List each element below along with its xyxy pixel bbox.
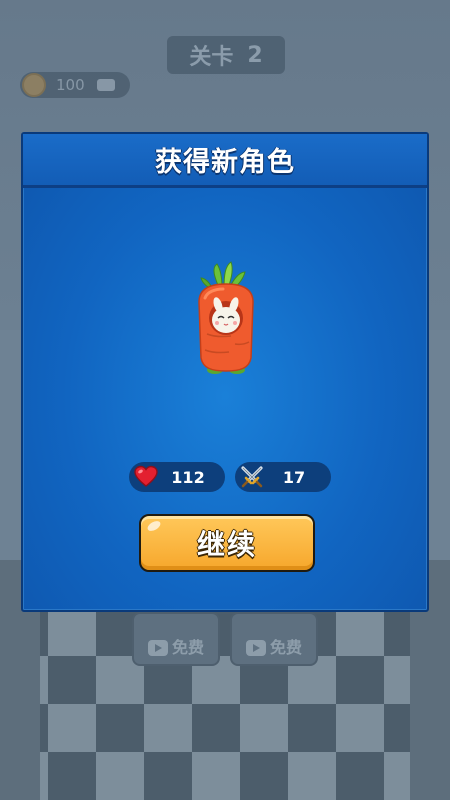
level-prefix: 关卡 — [189, 45, 234, 70]
free-upgrade-button-left: 免费 — [132, 612, 220, 666]
attack-value: 17 — [282, 467, 306, 487]
video-play-icon — [147, 640, 168, 656]
free-label-left: 免费 — [171, 638, 204, 657]
hp-value: 112 — [171, 467, 205, 487]
free-upgrade-button-right: 免费 — [230, 612, 318, 666]
hp-stat-pill: 112 — [129, 462, 225, 492]
video-play-icon — [245, 640, 266, 656]
coin-counter: 100 — [20, 72, 130, 98]
button-shine — [145, 519, 163, 533]
continue-button[interactable]: 继续 — [139, 514, 315, 572]
heart-icon — [134, 465, 158, 487]
crossed-swords-icon — [241, 466, 263, 488]
dialog-title: 获得新角色 — [155, 147, 295, 178]
video-ad-icon — [96, 79, 115, 91]
dialog-header: 获得新角色 — [23, 134, 427, 188]
coin-icon — [22, 73, 46, 97]
level-number: 2 — [247, 42, 263, 68]
free-label-right: 免费 — [269, 638, 302, 657]
level-label: 关卡 2 — [167, 36, 285, 74]
new-character-dialog: 获得新角色 112 17 继续 — [21, 132, 429, 612]
attack-stat-pill: 17 — [235, 462, 331, 492]
continue-label: 继续 — [196, 528, 257, 561]
carrot-bunny-character-icon — [198, 261, 254, 374]
coin-amount: 100 — [56, 76, 85, 94]
